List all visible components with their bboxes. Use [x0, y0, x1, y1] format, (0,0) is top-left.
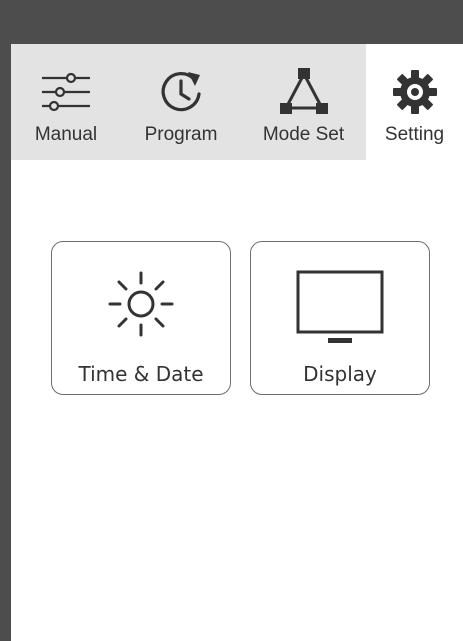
left-border [0, 0, 11, 641]
sliders-icon [42, 72, 90, 112]
tab-bar: Manual Program Mode Set Setting [11, 44, 463, 160]
tab-manual[interactable]: Manual [11, 44, 121, 160]
tab-label: Mode Set [262, 124, 345, 145]
tab-label: Manual [34, 124, 98, 145]
display-tile[interactable]: Display [250, 241, 430, 395]
monitor-icon [296, 270, 384, 343]
tab-program[interactable]: Program [121, 44, 241, 160]
tab-setting[interactable]: Setting [366, 44, 463, 160]
sun-icon [108, 271, 174, 337]
tab-label: Setting [384, 124, 445, 145]
time-date-tile[interactable]: Time & Date [51, 241, 231, 395]
clock-refresh-icon [161, 72, 201, 112]
top-bar [0, 0, 463, 44]
triangle-network-icon [279, 68, 328, 114]
tab-label: Program [144, 124, 218, 145]
tile-label: Display [303, 362, 377, 386]
tab-mode-set[interactable]: Mode Set [241, 44, 366, 160]
tile-label: Time & Date [78, 362, 204, 386]
gear-icon [392, 70, 437, 114]
